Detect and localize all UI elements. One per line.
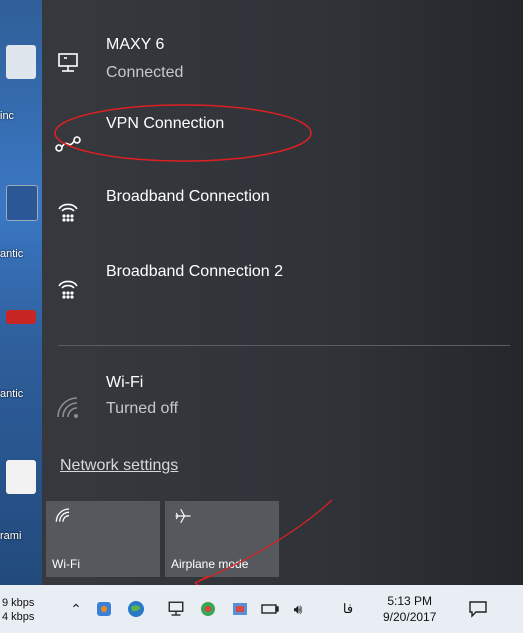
desktop-background: inc antic antic rami (0, 0, 42, 585)
upload-speed: 9 kbps (2, 597, 35, 609)
network-name: Broadband Connection (106, 188, 270, 205)
tile-label: Wi-Fi (52, 557, 80, 571)
clock-time: 5:13 PM (387, 594, 433, 608)
network-item-broadband-1[interactable]: Broadband Connection (42, 180, 512, 235)
language-indicator[interactable]: فا (338, 599, 358, 619)
app-tray-icon[interactable] (198, 599, 218, 619)
desktop-word-icon[interactable] (6, 185, 38, 221)
action-center-icon[interactable] (468, 599, 488, 619)
wired-network-icon (55, 50, 81, 76)
network-item-wifi[interactable]: Wi-Fi Turned off (42, 370, 512, 430)
dialup-icon (55, 198, 81, 224)
network-status: Connected (106, 64, 184, 81)
wifi-icon (55, 394, 81, 420)
clock[interactable]: 5:13 PM 9/20/2017 (383, 593, 436, 625)
airplane-icon (173, 507, 195, 525)
network-name: MAXY 6 (106, 36, 165, 53)
network-settings-link[interactable]: Network settings (60, 457, 178, 475)
volume-icon[interactable]: 🔊︎ (288, 599, 308, 619)
vpn-icon (55, 131, 81, 157)
desktop-icon-label: inc (0, 110, 15, 122)
desktop-app-icon[interactable] (6, 460, 36, 494)
network-item-broadband-2[interactable]: Broadband Connection 2 (42, 255, 512, 310)
desktop-icon-label: rami (0, 530, 22, 542)
taskbar: 9 kbps 4 kbps ⌃ 🔊︎ فا 5:13 PM 9/20/2017 (0, 585, 523, 633)
network-tray-icon[interactable] (166, 599, 186, 619)
network-name: Wi-Fi (106, 374, 144, 391)
battery-icon[interactable] (260, 599, 280, 619)
desktop-app-icon[interactable] (6, 45, 36, 79)
desktop-app-icon[interactable] (6, 310, 36, 324)
divider (58, 345, 510, 346)
network-item-vpn[interactable]: VPN Connection (42, 105, 512, 155)
app-tray-icon[interactable] (230, 599, 250, 619)
desktop-icon-label: antic (0, 388, 24, 400)
network-item-maxy6[interactable]: MAXY 6 Connected (42, 30, 512, 90)
wifi-tile-button[interactable]: Wi-Fi (46, 501, 160, 577)
network-name: VPN Connection (106, 115, 225, 132)
clock-date: 9/20/2017 (383, 610, 437, 624)
desktop-icon-label: antic (0, 248, 24, 260)
tile-label: Airplane mode (171, 557, 249, 571)
airplane-mode-tile-button[interactable]: Airplane mode (165, 501, 279, 577)
network-status: Turned off (106, 400, 179, 417)
network-flyout: MAXY 6 Connected VPN Connection Broadban… (42, 0, 523, 585)
download-speed: 4 kbps (2, 611, 35, 623)
globe-tray-icon[interactable] (126, 599, 146, 619)
dialup-icon (55, 275, 81, 301)
wifi-icon (54, 507, 76, 525)
app-tray-icon[interactable] (94, 599, 114, 619)
show-hidden-icons-button[interactable]: ⌃ (66, 599, 86, 619)
network-name: Broadband Connection 2 (106, 263, 284, 280)
